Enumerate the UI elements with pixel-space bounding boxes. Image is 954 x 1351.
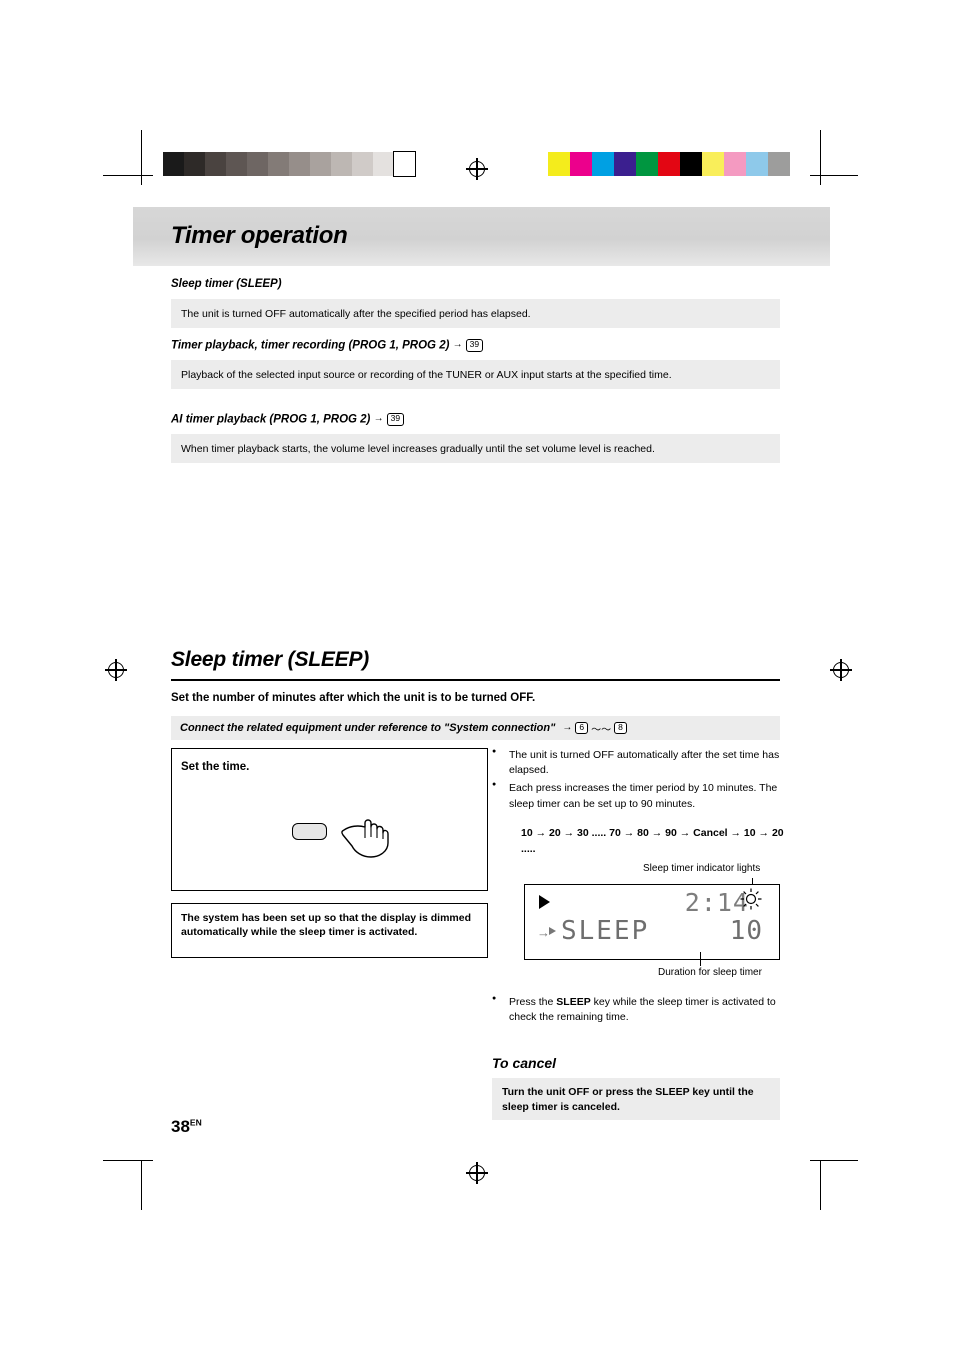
crop-mark-bottom-right-h [810,1160,858,1161]
sleep-timer-title: Sleep timer (SLEEP) [171,648,370,671]
section-body-sleep: The unit is turned OFF automatically aft… [171,299,780,328]
page-number-value: 38 [171,1117,190,1136]
lcd-main-text: SLEEP [561,916,650,946]
page-number-suffix: EN [189,1117,202,1128]
section-heading-timer-playback-text: Timer playback, timer recording (PROG 1,… [171,339,450,352]
bullet-item: Each press increases the timer period by… [492,780,782,811]
color-swatch [614,152,636,176]
section-heading-timer-playback: Timer playback, timer recording (PROG 1,… [171,339,484,352]
crop-mark-top-right-h [810,175,858,176]
color-swatch [163,152,184,176]
small-play-icon [549,927,556,935]
color-swatch [658,152,680,176]
section-heading-ai-timer-text: AI timer playback (PROG 1, PROG 2) [171,413,371,426]
page-reference-39-a[interactable]: → 39 [452,339,484,352]
range-separator: 〜〜 [591,724,612,736]
crop-mark-bottom-right-v [820,1160,821,1210]
registration-mark-bottom [466,1162,488,1184]
page-reference-range[interactable]: → 6 〜〜 8 [562,721,627,736]
lcd-duration: 10 [729,916,763,946]
color-swatch [247,152,268,176]
color-swatch [310,152,331,176]
arrow-icon: → [562,722,573,733]
registration-mark-top [466,158,488,180]
registration-mark-right [830,659,852,681]
to-cancel-title: To cancel [492,1055,557,1071]
color-swatch [289,152,310,176]
page-ref-from: 6 [575,721,589,735]
section-body-timer-playback-text: Playback of the selected input source or… [181,368,672,381]
title-rule [171,679,780,681]
arrow-icon: → [373,413,384,425]
page-ref-number: 39 [386,413,405,426]
section-body-timer-playback: Playback of the selected input source or… [171,360,780,389]
color-swatch [680,152,702,176]
page-title: Timer operation [171,222,348,249]
grayscale-swatches [163,151,416,177]
color-swatch [268,152,289,176]
color-swatch [702,152,724,176]
section-heading-sleep: Sleep timer (SLEEP) [171,278,282,290]
color-swatch [393,151,416,177]
display-dim-note: The system has been set up so that the d… [171,903,488,958]
color-swatch [570,152,592,176]
crop-mark-top-left-h [103,175,153,176]
caption-leader-bottom [700,952,701,966]
to-cancel-box: Turn the unit OFF or press the SLEEP key… [492,1078,780,1120]
section-heading-sleep-text: Sleep timer (SLEEP) [171,278,282,290]
play-indicator-icon [539,895,550,909]
set-time-panel: Set the time. [171,748,488,891]
crop-mark-top-left-v [141,130,142,185]
page-ref-number: 39 [465,339,484,352]
bullet-item: The unit is turned OFF automatically aft… [492,747,782,778]
set-time-label: Set the time. [181,761,250,773]
arrow-icon: → [452,339,463,351]
crop-mark-bottom-left-h [103,1160,153,1161]
color-swatch [636,152,658,176]
sleep-bullet-list: The unit is turned OFF automatically aft… [492,747,782,815]
sleep-timer-instruction: Set the number of minutes after which th… [171,692,536,704]
section-body-ai-timer-text: When timer playback starts, the volume l… [181,442,655,455]
crop-mark-bottom-left-v [141,1160,142,1210]
color-swatch [592,152,614,176]
press-note-pre: Press the [509,996,557,1008]
page-reference-39-b[interactable]: → 39 [373,413,405,426]
color-swatches [548,152,790,176]
color-swatch [548,152,570,176]
color-swatch [226,152,247,176]
page-number: 38EN [171,1117,202,1137]
section-body-sleep-text: The unit is turned OFF automatically aft… [181,307,531,320]
color-swatch [205,152,226,176]
color-swatch [184,152,205,176]
press-sleep-note: Press the SLEEP key while the sleep time… [492,994,801,1025]
sleep-key-illustration [292,823,327,840]
section-body-ai-timer: When timer playback starts, the volume l… [171,434,780,463]
timer-sequence: 10 → 20 → 30 ..... 70 → 80 → 90 → Cancel… [521,827,784,855]
connect-reference-bar: Connect the related equipment under refe… [171,716,780,740]
crop-mark-top-right-v [820,130,821,185]
color-swatch [724,152,746,176]
manual-page: Timer operation Sleep timer (SLEEP) The … [0,0,954,1351]
color-swatch [373,152,394,176]
color-swatch [768,152,790,176]
color-swatch [746,152,768,176]
sleep-indicator-caption: Sleep timer indicator lights [643,863,761,874]
registration-mark-left [105,659,127,681]
press-note-key: SLEEP [556,996,591,1008]
pointing-hand-icon [341,819,389,858]
sleep-indicator-icon [740,888,762,910]
connect-reference-text: Connect the related equipment under refe… [180,722,556,734]
page-ref-to: 8 [614,721,627,735]
color-swatch [331,152,352,176]
section-heading-ai-timer: AI timer playback (PROG 1, PROG 2) → 39 [171,413,405,426]
duration-caption: Duration for sleep timer [658,967,762,978]
color-swatch [352,152,373,176]
